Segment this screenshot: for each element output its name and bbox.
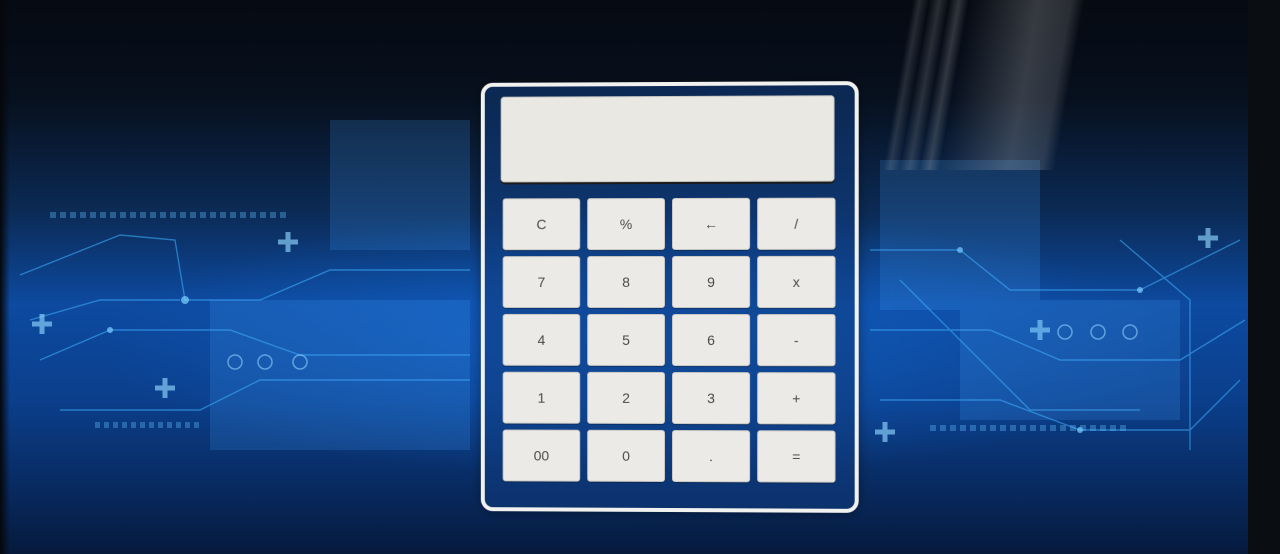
multiply-button[interactable]: x: [757, 255, 836, 309]
decimal-button[interactable]: .: [671, 430, 751, 483]
digit-8-button[interactable]: 8: [587, 256, 666, 308]
digit-5-button[interactable]: 5: [587, 313, 666, 366]
percent-button[interactable]: %: [587, 198, 666, 251]
digit-6-button[interactable]: 6: [671, 314, 751, 367]
desktop-background: C% ←/ 7 8 9 x 4 5 6- 1 2 3 +00 0. =: [0, 0, 1280, 554]
add-button[interactable]: +: [757, 372, 836, 425]
digit-4-button[interactable]: 4: [502, 313, 581, 366]
calculator-keypad: C% ←/ 7 8 9 x 4 5 6- 1 2 3 +00 0. =: [502, 197, 837, 483]
digit-9-button[interactable]: 9: [671, 255, 751, 309]
digit-0-button[interactable]: 0: [587, 429, 666, 482]
double-zero-button[interactable]: 00: [502, 429, 581, 482]
clear-button[interactable]: C: [502, 198, 581, 251]
calculator-display: [500, 95, 835, 183]
digit-1-button[interactable]: 1: [502, 371, 581, 424]
digit-7-button[interactable]: 7: [502, 256, 581, 308]
subtract-button[interactable]: -: [757, 314, 836, 367]
monitor-bezel-left: [0, 0, 10, 554]
equals-button[interactable]: =: [757, 430, 836, 483]
digit-2-button[interactable]: 2: [587, 371, 666, 424]
digit-3-button[interactable]: 3: [671, 372, 751, 425]
monitor-bezel-right: [1248, 0, 1280, 554]
calculator-panel: C% ←/ 7 8 9 x 4 5 6- 1 2 3 +00 0. =: [480, 81, 859, 513]
divide-button[interactable]: /: [757, 197, 836, 250]
backspace-button[interactable]: ←: [671, 197, 751, 250]
window-glare: [880, 0, 1180, 170]
